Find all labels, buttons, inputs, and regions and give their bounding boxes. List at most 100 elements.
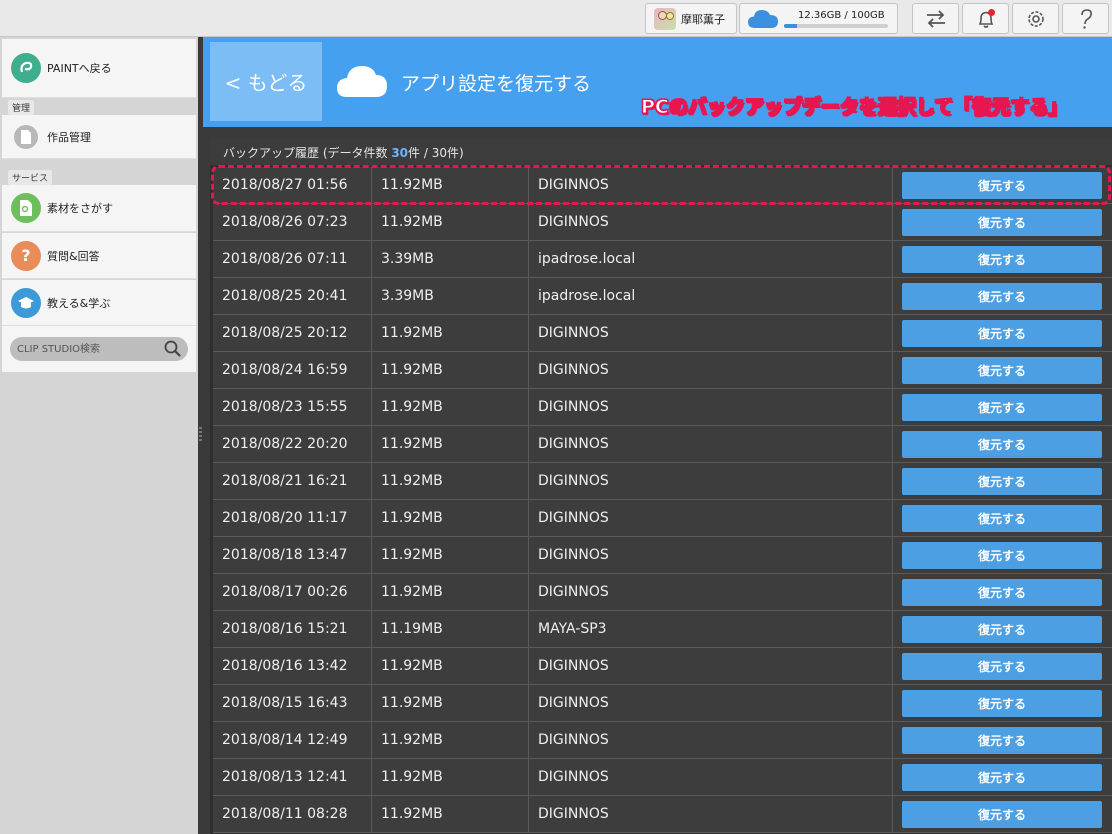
restore-button[interactable]: 復元する (902, 800, 1102, 828)
table-row[interactable]: 2018/08/17 00:26 11.92MB DIGINNOS 復元する (213, 574, 1112, 611)
sidebar-item-label: 作品管理 (47, 130, 91, 144)
backup-host: ipadrose.local (529, 241, 893, 277)
table-caption: バックアップ履歴 (データ件数 30件 / 30件) (210, 137, 1112, 165)
backup-host: DIGINNOS (529, 574, 893, 610)
table-row[interactable]: 2018/08/16 15:21 11.19MB MAYA-SP3 復元する (213, 611, 1112, 648)
table-row[interactable]: 2018/08/23 15:55 11.92MB DIGINNOS 復元する (213, 389, 1112, 426)
help-button[interactable] (1062, 3, 1109, 34)
sidebar-item-teach-learn[interactable]: 教える&学ぶ (2, 280, 196, 326)
sidebar-item-qa[interactable]: ? 質問&回答 (2, 233, 196, 279)
restore-button[interactable]: 復元する (902, 356, 1102, 384)
search-input[interactable] (10, 337, 188, 361)
backup-host: MAYA-SP3 (529, 611, 893, 647)
restore-button[interactable]: 復元する (902, 763, 1102, 791)
storage-usage-text: 12.36GB / 100GB (798, 10, 885, 21)
sidebar-resize-handle[interactable] (199, 427, 202, 443)
restore-button[interactable]: 復元する (902, 430, 1102, 458)
backup-size: 11.92MB (372, 759, 529, 795)
table-row[interactable]: 2018/08/14 12:49 11.92MB DIGINNOS 復元する (213, 722, 1112, 759)
table-row[interactable]: 2018/08/25 20:12 11.92MB DIGINNOS 復元する (213, 315, 1112, 352)
restore-button[interactable]: 復元する (902, 541, 1102, 569)
restore-cell: 復元する (893, 759, 1112, 795)
table-row[interactable]: 2018/08/21 16:21 11.92MB DIGINNOS 復元する (213, 463, 1112, 500)
settings-button[interactable] (1012, 3, 1059, 34)
backup-size: 11.92MB (372, 648, 529, 684)
sidebar-item-label: 質問&回答 (47, 249, 100, 263)
backup-host: DIGINNOS (529, 315, 893, 351)
document-icon (14, 124, 38, 149)
back-button[interactable]: < もどる (210, 42, 322, 121)
backup-host: DIGINNOS (529, 389, 893, 425)
restore-cell: 復元する (893, 685, 1112, 721)
backup-date: 2018/08/27 01:56 (213, 167, 372, 203)
restore-button[interactable]: 復元する (902, 689, 1102, 717)
backup-size: 11.92MB (372, 796, 529, 832)
table-row[interactable]: 2018/08/26 07:11 3.39MB ipadrose.local 復元する (213, 241, 1112, 278)
backup-host: DIGINNOS (529, 537, 893, 573)
caption-suffix: 件 / 30件) (408, 146, 464, 160)
restore-button[interactable]: 復元する (902, 467, 1102, 495)
restore-cell: 復元する (893, 426, 1112, 462)
backup-size: 11.92MB (372, 463, 529, 499)
table-row[interactable]: 2018/08/13 12:41 11.92MB DIGINNOS 復元する (213, 759, 1112, 796)
search-icon[interactable] (163, 339, 183, 359)
backup-date: 2018/08/15 16:43 (213, 685, 372, 721)
table-row[interactable]: 2018/08/18 13:47 11.92MB DIGINNOS 復元する (213, 537, 1112, 574)
backup-size: 11.92MB (372, 685, 529, 721)
restore-button[interactable]: 復元する (902, 208, 1102, 236)
user-account-button[interactable]: 摩耶薫子 (645, 3, 737, 34)
table-row[interactable]: 2018/08/26 07:23 11.92MB DIGINNOS 復元する (213, 204, 1112, 241)
restore-button[interactable]: 復元する (902, 282, 1102, 310)
backup-host: DIGINNOS (529, 759, 893, 795)
backup-size: 11.92MB (372, 167, 529, 203)
instruction-annotation: PCのバックアップデータを選択して「復元する」 (640, 96, 1068, 119)
cloud-icon (337, 66, 387, 97)
backup-host: DIGINNOS (529, 722, 893, 758)
notifications-button[interactable] (962, 3, 1009, 34)
sidebar-item-back-to-paint[interactable]: PAINTへ戻る (2, 39, 196, 98)
table-body: 2018/08/27 01:56 11.92MB DIGINNOS 復元する 2018/… (213, 167, 1112, 833)
cloud-storage-button[interactable]: 12.36GB / 100GB (739, 3, 898, 34)
backup-host: DIGINNOS (529, 463, 893, 499)
sidebar-item-find-materials[interactable]: 素材をさがす (2, 185, 196, 232)
table-row[interactable]: 2018/08/24 16:59 11.92MB DIGINNOS 復元する (213, 352, 1112, 389)
restore-button[interactable]: 復元する (902, 319, 1102, 347)
backup-size: 11.92MB (372, 426, 529, 462)
backup-date: 2018/08/25 20:41 (213, 278, 372, 314)
table-row[interactable]: 2018/08/25 20:41 3.39MB ipadrose.local 復元する (213, 278, 1112, 315)
sidebar-item-works-manage[interactable]: 作品管理 (2, 115, 196, 159)
restore-button[interactable]: 復元する (902, 578, 1102, 606)
restore-cell: 復元する (893, 500, 1112, 536)
backup-date: 2018/08/26 07:11 (213, 241, 372, 277)
backup-date: 2018/08/16 15:21 (213, 611, 372, 647)
restore-cell: 復元する (893, 389, 1112, 425)
restore-cell: 復元する (893, 611, 1112, 647)
table-row[interactable]: 2018/08/20 11:17 11.92MB DIGINNOS 復元する (213, 500, 1112, 537)
help-icon (1080, 8, 1092, 29)
caption-count: 30 (391, 146, 409, 160)
restore-button[interactable]: 復元する (902, 504, 1102, 532)
restore-button[interactable]: 復元する (902, 245, 1102, 273)
backup-size: 11.92MB (372, 500, 529, 536)
table-row[interactable]: 2018/08/16 13:42 11.92MB DIGINNOS 復元する (213, 648, 1112, 685)
restore-cell: 復元する (893, 315, 1112, 351)
table-row[interactable]: 2018/08/15 16:43 11.92MB DIGINNOS 復元する (213, 685, 1112, 722)
table-row[interactable]: 2018/08/11 08:28 11.92MB DIGINNOS 復元する (213, 796, 1112, 833)
restore-button[interactable]: 復元する (902, 171, 1102, 199)
sidebar-item-label: 素材をさがす (47, 202, 113, 215)
restore-button[interactable]: 復元する (902, 615, 1102, 643)
backup-date: 2018/08/22 20:20 (213, 426, 372, 462)
sidebar-item-label: PAINTへ戻る (47, 62, 112, 75)
restore-button[interactable]: 復元する (902, 726, 1102, 754)
restore-cell: 復元する (893, 722, 1112, 758)
table-row[interactable]: 2018/08/22 20:20 11.92MB DIGINNOS 復元する (213, 426, 1112, 463)
restore-button[interactable]: 復元する (902, 393, 1102, 421)
backup-date: 2018/08/14 12:49 (213, 722, 372, 758)
backup-size: 11.92MB (372, 389, 529, 425)
restore-button[interactable]: 復元する (902, 652, 1102, 680)
backup-size: 11.92MB (372, 722, 529, 758)
sync-button[interactable] (912, 3, 959, 34)
backup-size: 11.92MB (372, 574, 529, 610)
backup-date: 2018/08/16 13:42 (213, 648, 372, 684)
table-row[interactable]: 2018/08/27 01:56 11.92MB DIGINNOS 復元する (213, 167, 1112, 204)
